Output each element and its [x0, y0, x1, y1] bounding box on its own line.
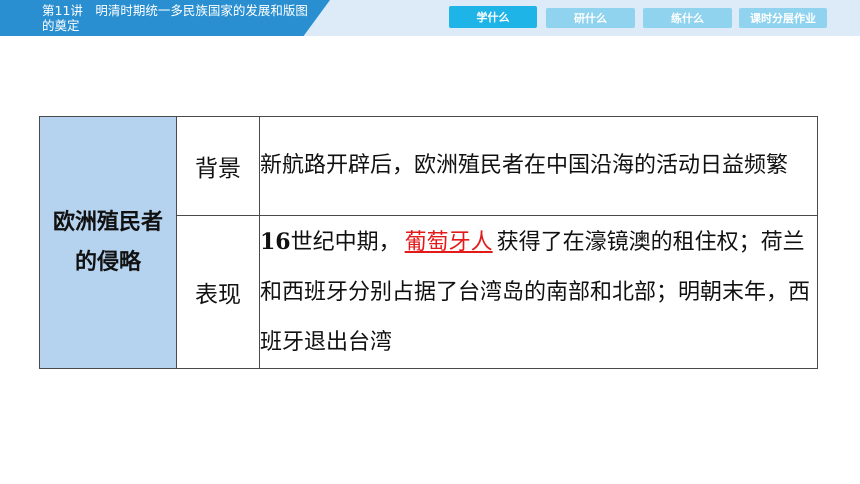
text-prefix: 世纪中期，	[290, 229, 401, 255]
century-number: 16	[260, 228, 291, 255]
content-table: 欧洲殖民者的侵略 背景 新航路开辟后，欧洲殖民者在中国沿海的活动日益频繁 表现 …	[39, 116, 818, 369]
category-label: 欧洲殖民者的侵略	[53, 209, 164, 275]
answer-fill-in: 葡萄牙人	[404, 229, 493, 255]
table-row: 欧洲殖民者的侵略 背景 新航路开辟后，欧洲殖民者在中国沿海的活动日益频繁	[39, 116, 818, 369]
tab-research[interactable]: 研什么	[546, 8, 635, 28]
tab-learn[interactable]: 学什么	[449, 6, 537, 28]
category-cell: 欧洲殖民者的侵略	[39, 116, 177, 369]
row-text-manifestation: 16世纪中期， 葡萄牙人 获得了在濠镜澳的租住权；荷兰和西班牙分别占据了台湾岛的南部…	[259, 215, 818, 369]
tab-practice[interactable]: 练什么	[643, 8, 732, 28]
row-text-background: 新航路开辟后，欧洲殖民者在中国沿海的活动日益频繁	[259, 116, 818, 216]
row-label-background: 背景	[176, 116, 260, 216]
tab-homework[interactable]: 课时分层作业	[739, 8, 827, 28]
row-label-manifestation: 表现	[176, 215, 260, 369]
lesson-title: 第11讲 明清时期统一多民族国家的发展和版图的奠定	[42, 3, 308, 33]
